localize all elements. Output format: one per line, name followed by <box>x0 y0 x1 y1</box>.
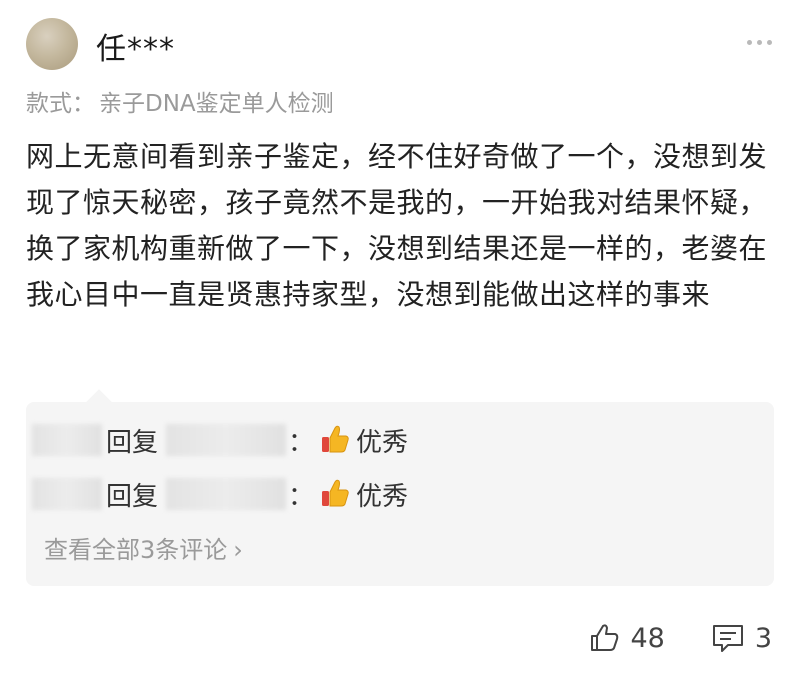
blurred-target-username <box>166 424 286 456</box>
like-button[interactable]: 48 <box>588 622 665 654</box>
more-options-icon[interactable] <box>747 40 772 45</box>
like-count: 48 <box>630 622 665 654</box>
reply-section: 回复 ： 优秀 回复 ： 优秀 查看全部3条评论 › <box>26 389 774 586</box>
reply-text: 优秀 <box>356 428 409 458</box>
reply-box-notch <box>86 389 112 415</box>
reply-item[interactable]: 回复 ： 优秀 <box>26 420 774 460</box>
thumbs-up-icon <box>322 479 349 507</box>
reply-item[interactable]: 回复 ： 优秀 <box>26 474 774 514</box>
thumbs-up-outline-icon <box>591 624 619 651</box>
avatar[interactable] <box>26 18 78 70</box>
view-all-label: 查看全部3条评论 <box>44 536 228 564</box>
chevron-right-icon: › <box>233 536 243 564</box>
view-all-comments-link[interactable]: 查看全部3条评论 › <box>44 530 243 565</box>
variant-label: 款式： <box>26 91 95 117</box>
review-footer: 48 3 <box>588 618 772 658</box>
reply-colon: ： <box>288 482 315 512</box>
reply-word: 回复 <box>106 428 159 458</box>
comment-count: 3 <box>754 622 772 654</box>
variant-value: 亲子DNA鉴定单人检测 <box>99 91 334 117</box>
reply-colon: ： <box>288 428 315 458</box>
comment-button[interactable]: 3 <box>711 622 772 654</box>
reply-word: 回复 <box>106 482 159 512</box>
username[interactable]: 任*** <box>96 24 175 68</box>
blurred-target-username <box>166 478 286 510</box>
review-content: 网上无意间看到亲子鉴定，经不住好奇做了一个，没想到发现了惊天秘密，孩子竟然不是我… <box>26 140 768 311</box>
comment-icon <box>712 625 743 652</box>
blurred-username <box>32 424 102 456</box>
review-header: 任*** <box>26 18 786 74</box>
reply-text: 优秀 <box>356 482 409 512</box>
blurred-username <box>32 478 102 510</box>
product-variant: 款式： 亲子DNA鉴定单人检测 <box>26 84 334 118</box>
thumbs-up-icon <box>322 425 349 453</box>
